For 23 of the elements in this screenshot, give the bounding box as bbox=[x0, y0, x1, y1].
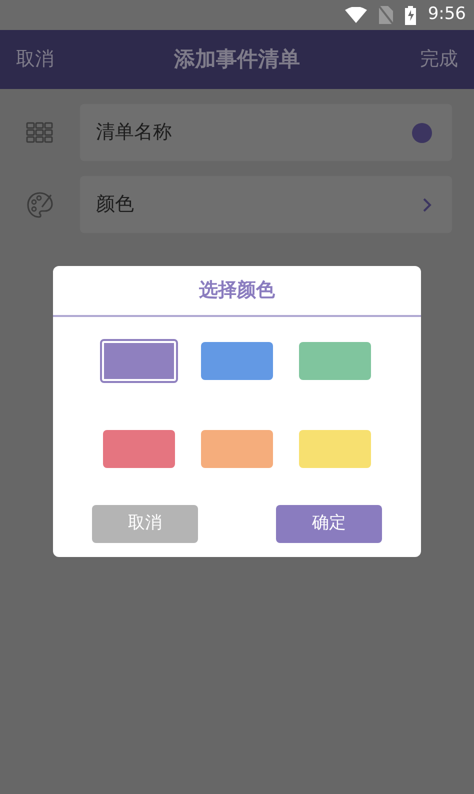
color-swatch[interactable] bbox=[299, 430, 371, 468]
wifi-icon bbox=[344, 7, 367, 23]
name-field[interactable]: 清单名称 bbox=[80, 104, 452, 161]
color-swatch[interactable] bbox=[201, 430, 273, 468]
status-time: 9:56 bbox=[428, 3, 466, 26]
no-sim-icon bbox=[378, 6, 393, 24]
dialog-cancel-button[interactable]: 取消 bbox=[92, 505, 198, 543]
color-swatch[interactable] bbox=[201, 342, 273, 380]
confirm-button[interactable]: 确定 bbox=[276, 505, 382, 543]
chevron-right-icon bbox=[422, 196, 432, 212]
row-label: 清单名称 bbox=[96, 120, 172, 146]
cancel-button[interactable]: 取消 bbox=[16, 45, 54, 74]
color-row[interactable]: 颜色 bbox=[80, 176, 452, 233]
row-label: 颜色 bbox=[96, 192, 134, 218]
color-swatch[interactable] bbox=[100, 339, 178, 383]
palette-icon bbox=[25, 190, 55, 220]
dialog-title: 选择颜色 bbox=[53, 266, 421, 317]
color-swatch[interactable] bbox=[103, 430, 175, 468]
color-swatch[interactable] bbox=[299, 342, 371, 380]
grid-icon bbox=[26, 122, 54, 144]
battery-charging-icon bbox=[404, 6, 416, 24]
page-title: 添加事件清单 bbox=[174, 46, 300, 73]
done-button[interactable]: 完成 bbox=[420, 45, 458, 74]
